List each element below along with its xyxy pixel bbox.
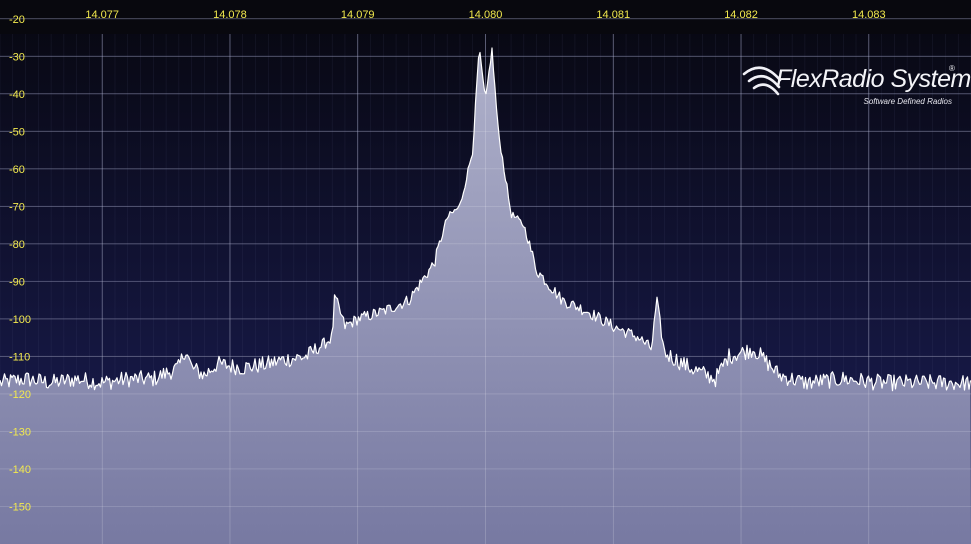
db-tick-label: -30 <box>9 51 25 63</box>
db-tick-label: -70 <box>9 201 25 213</box>
frequency-tick-label: 14.079 <box>341 9 375 21</box>
logo-tagline: Software Defined Radios <box>864 97 953 106</box>
db-tick-label: -60 <box>9 164 25 176</box>
db-tick-label: -150 <box>9 501 31 513</box>
logo-registered-mark: ® <box>949 64 955 73</box>
frequency-tick-label: 14.078 <box>213 9 247 21</box>
db-tick-label: -80 <box>9 239 25 251</box>
db-tick-label: -130 <box>9 426 31 438</box>
db-tick-label: -50 <box>9 126 25 138</box>
panadapter[interactable]: 14.077 14.078 14.079 14.080 14.081 14.082 14.0… <box>0 0 971 544</box>
frequency-tick-label: 14.080 <box>469 9 503 21</box>
db-tick-label: -40 <box>9 89 25 101</box>
logo-wordmark: FlexRadio Systems <box>776 65 971 93</box>
frequency-tick-label: 14.083 <box>852 9 886 21</box>
db-tick-label: -110 <box>9 351 30 363</box>
db-tick-label: -100 <box>9 314 31 326</box>
spectrum-plot[interactable]: 14.077 14.078 14.079 14.080 14.081 14.082 14.0… <box>0 0 971 544</box>
db-tick-label: -140 <box>9 464 31 476</box>
db-tick-label: -90 <box>9 276 25 288</box>
frequency-tick-label: 14.081 <box>596 9 630 21</box>
frequency-tick-label: 14.082 <box>724 9 758 21</box>
frequency-tick-label: 14.077 <box>85 9 119 21</box>
db-tick-label: -120 <box>9 389 31 401</box>
db-tick-label: -20 <box>9 14 25 26</box>
